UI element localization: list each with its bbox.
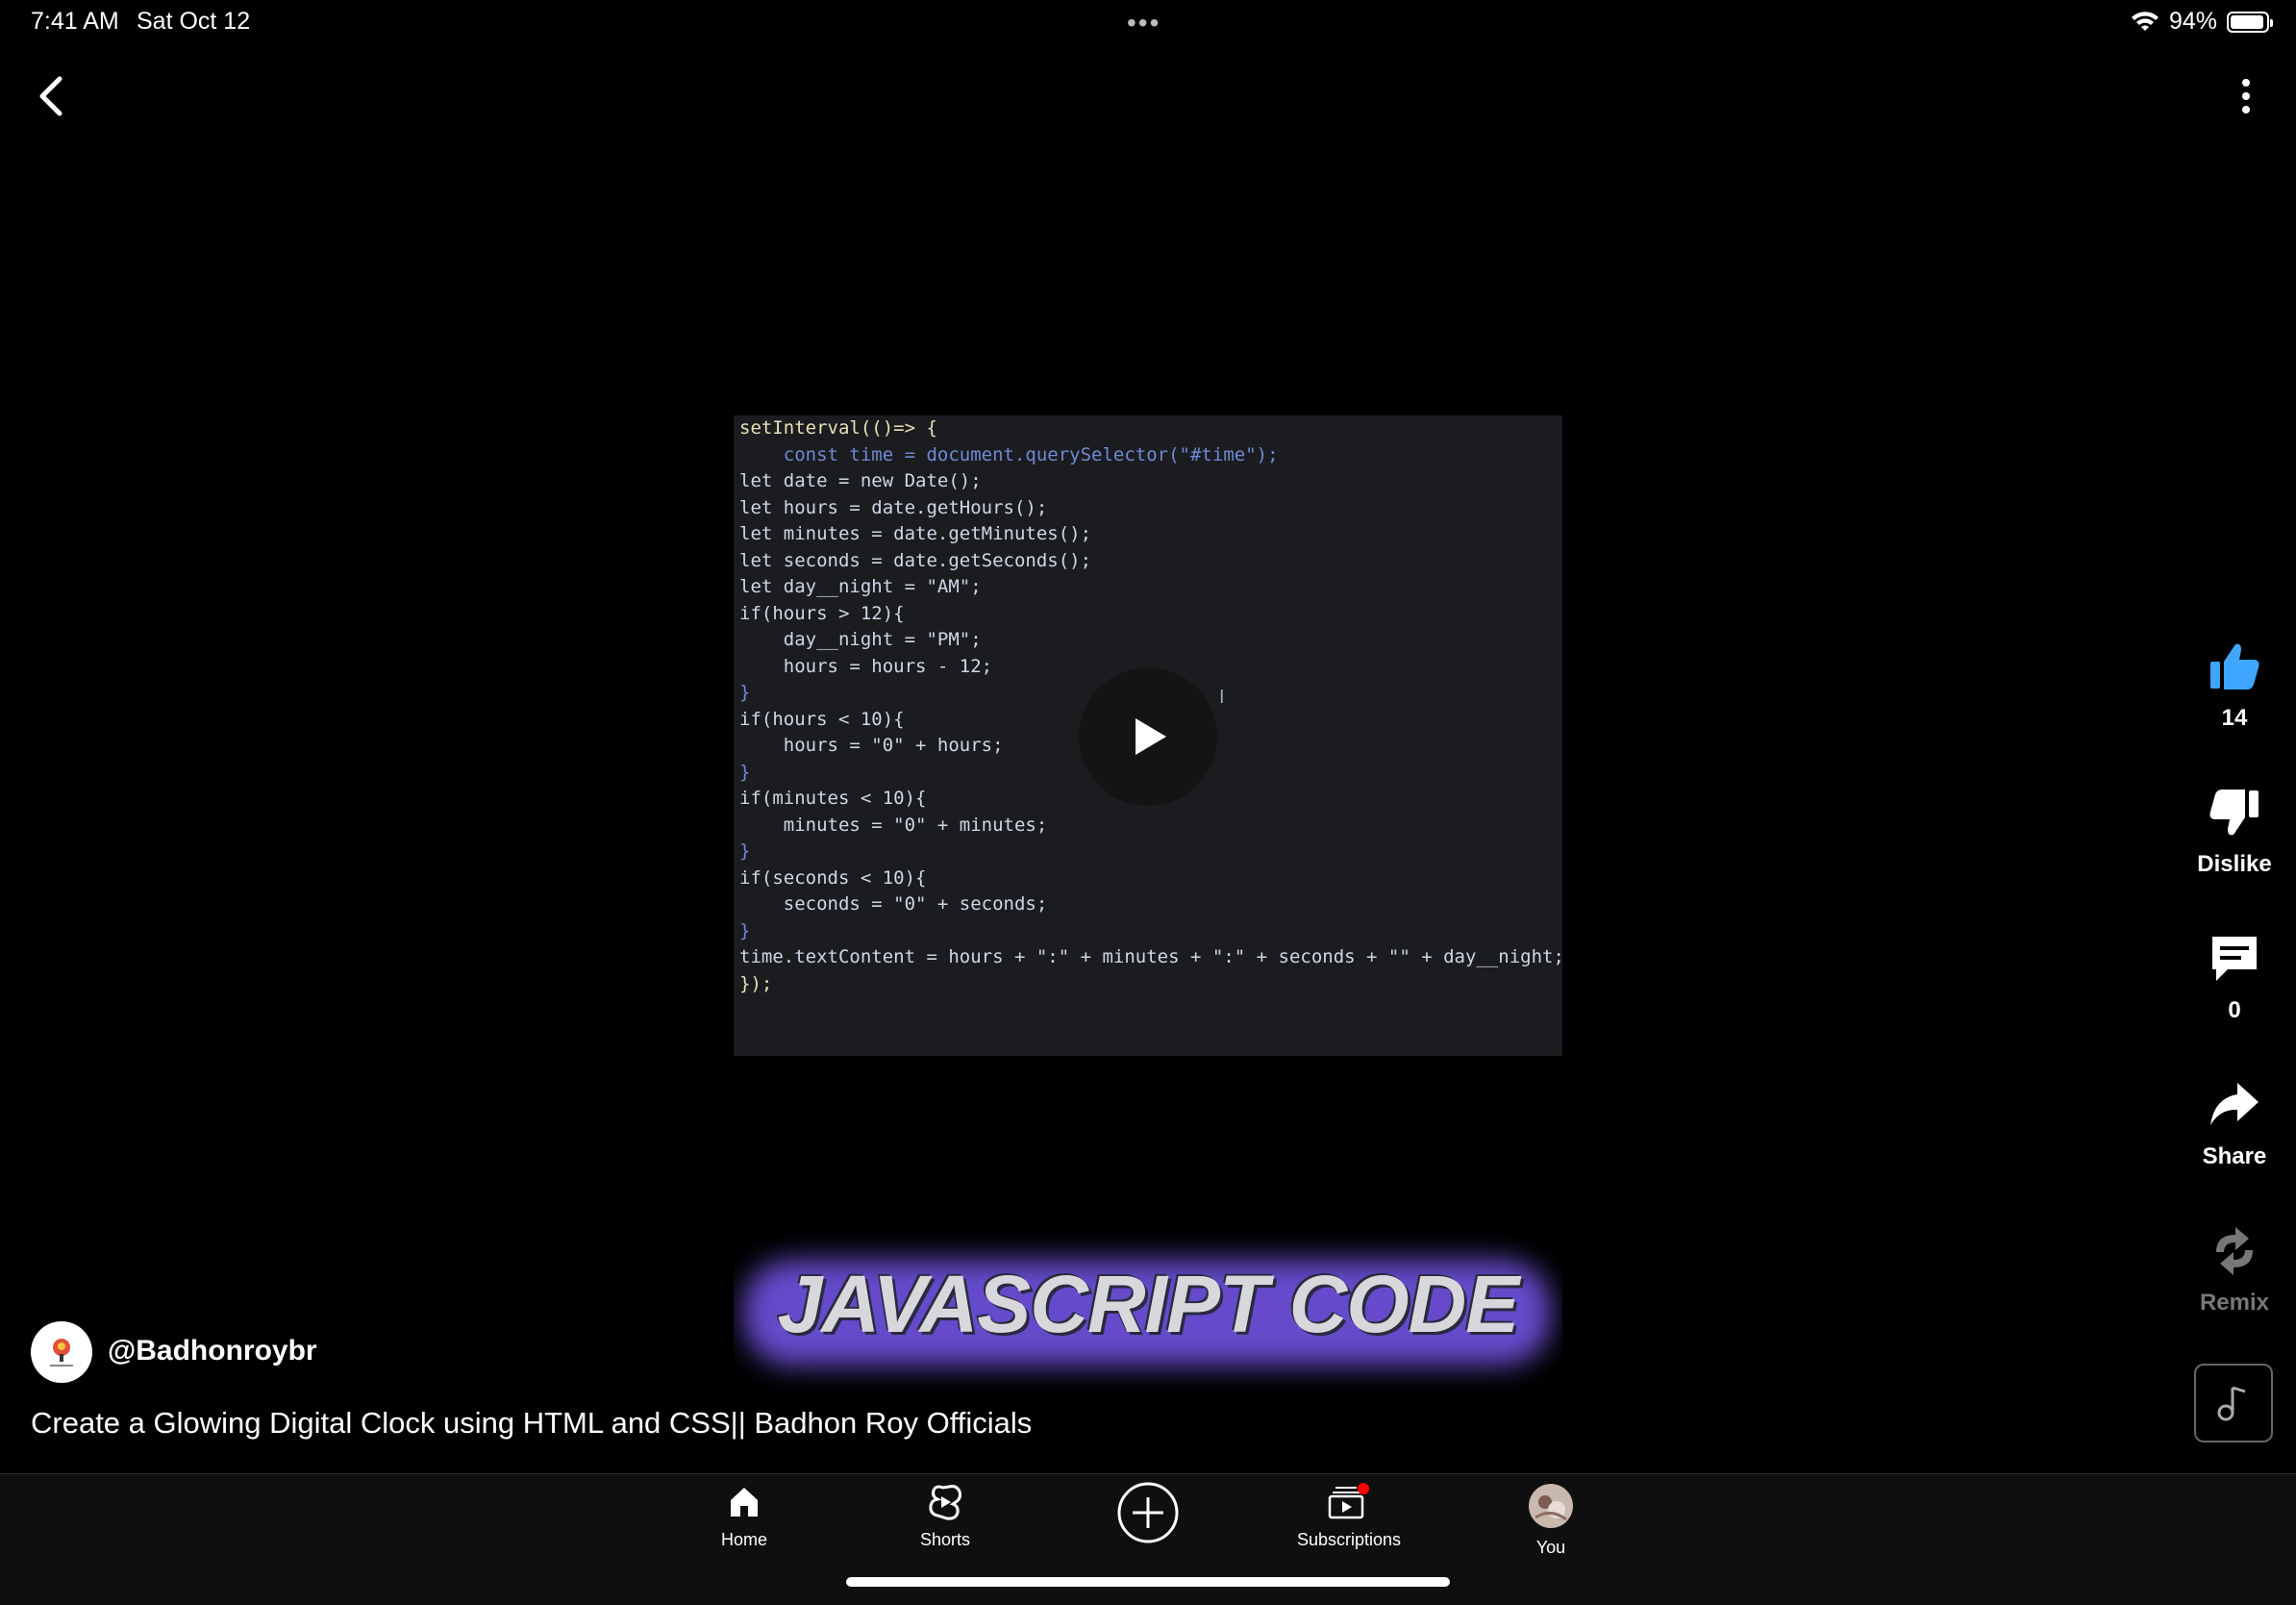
channel-logo-icon bbox=[50, 1339, 73, 1367]
code-line: const time = document.querySelector("#ti… bbox=[739, 443, 1279, 465]
multitasking-dots[interactable]: ••• bbox=[1127, 8, 1160, 38]
code-line: if(seconds < 10){ bbox=[739, 866, 927, 889]
code-line: } bbox=[739, 919, 751, 941]
code-line: minutes = "0" + minutes; bbox=[739, 814, 1048, 836]
nav-you[interactable]: You bbox=[1484, 1483, 1618, 1558]
profile-avatar-icon bbox=[1529, 1484, 1573, 1528]
battery-icon bbox=[2227, 11, 2273, 33]
chevron-left-icon bbox=[39, 76, 62, 116]
code-line: }); bbox=[739, 972, 773, 994]
share-label: Share bbox=[2202, 1143, 2267, 1169]
banner-text: JAVASCRIPT CODE bbox=[777, 1259, 1520, 1349]
code-line: let hours = date.getHours(); bbox=[739, 496, 1048, 518]
wifi-icon bbox=[2131, 11, 2159, 31]
subscriptions-icon bbox=[1328, 1483, 1369, 1519]
nav-shorts-label: Shorts bbox=[919, 1530, 971, 1549]
status-date: Sat Oct 12 bbox=[137, 8, 251, 35]
nav-you-label: You bbox=[1535, 1538, 1566, 1557]
code-line: if(minutes < 10){ bbox=[739, 788, 927, 809]
share-icon bbox=[2210, 1083, 2259, 1125]
battery-fill bbox=[2231, 14, 2263, 29]
channel-handle[interactable]: @Badhonroybr bbox=[108, 1335, 317, 1367]
create-button[interactable] bbox=[1081, 1481, 1215, 1549]
code-line: hours = hours - 12; bbox=[739, 655, 993, 677]
vertical-dots-icon bbox=[2242, 79, 2250, 113]
thumbs-down-icon bbox=[2209, 790, 2259, 836]
remix-label: Remix bbox=[2199, 1290, 2270, 1316]
nav-home-label: Home bbox=[720, 1530, 767, 1549]
add-circle-icon bbox=[1117, 1482, 1179, 1543]
sound-button[interactable] bbox=[2194, 1364, 2273, 1442]
code-line: if(hours > 12){ bbox=[739, 602, 905, 624]
like-count: 14 bbox=[2221, 705, 2248, 731]
share-button[interactable]: Share bbox=[2177, 1077, 2292, 1170]
code-line: if(hours < 10){ bbox=[739, 708, 905, 730]
comments-button[interactable]: 0 bbox=[2177, 931, 2292, 1024]
nav-shorts[interactable]: Shorts bbox=[878, 1483, 1012, 1550]
nav-subscriptions-label: Subscriptions bbox=[1296, 1530, 1402, 1549]
code-line: let minutes = date.getMinutes(); bbox=[739, 523, 1092, 544]
code-line: let date = new Date(); bbox=[739, 470, 982, 491]
code-line: setInterval(()=> { bbox=[739, 417, 937, 439]
battery-percent: 94% bbox=[2168, 8, 2217, 35]
status-time: 7:41 AM bbox=[31, 8, 119, 35]
video-overlay-banner: JAVASCRIPT CODE bbox=[734, 1221, 1562, 1414]
channel-avatar[interactable] bbox=[31, 1321, 92, 1383]
music-note-icon bbox=[2217, 1386, 2246, 1421]
more-options-button[interactable] bbox=[2231, 75, 2269, 123]
nav-subscriptions[interactable]: Subscriptions bbox=[1282, 1483, 1416, 1550]
remix-button[interactable]: Remix bbox=[2177, 1223, 2292, 1317]
back-button[interactable] bbox=[29, 67, 77, 125]
dislike-label: Dislike bbox=[2197, 851, 2272, 877]
shorts-icon bbox=[929, 1485, 961, 1520]
dislike-button[interactable]: Dislike bbox=[2177, 785, 2292, 878]
video-title[interactable]: Create a Glowing Digital Clock using HTM… bbox=[31, 1406, 1032, 1441]
comment-count: 0 bbox=[2228, 997, 2241, 1023]
like-button[interactable]: 14 bbox=[2177, 639, 2292, 732]
code-line: time.textContent = hours + ":" + minutes… bbox=[739, 946, 1562, 967]
play-button[interactable] bbox=[1079, 667, 1217, 806]
home-icon bbox=[731, 1488, 758, 1517]
status-right: 94% bbox=[2131, 8, 2273, 36]
code-line: } bbox=[739, 761, 751, 783]
code-line: day__night = "PM"; bbox=[739, 629, 982, 650]
thumbs-up-icon bbox=[2210, 643, 2259, 690]
code-line: seconds = "0" + seconds; bbox=[739, 893, 1048, 915]
comment-icon bbox=[2212, 937, 2257, 981]
code-line: } bbox=[739, 840, 751, 862]
remix-icon bbox=[2216, 1227, 2253, 1275]
play-icon bbox=[1136, 718, 1166, 755]
code-line: let seconds = date.getSeconds(); bbox=[739, 549, 1092, 571]
text-cursor: I bbox=[1219, 687, 1225, 708]
code-line: hours = "0" + hours; bbox=[739, 735, 1004, 756]
code-line: } bbox=[739, 682, 751, 703]
code-line: let day__night = "AM"; bbox=[739, 576, 982, 597]
home-indicator[interactable] bbox=[846, 1577, 1450, 1587]
nav-home[interactable]: Home bbox=[677, 1483, 811, 1550]
